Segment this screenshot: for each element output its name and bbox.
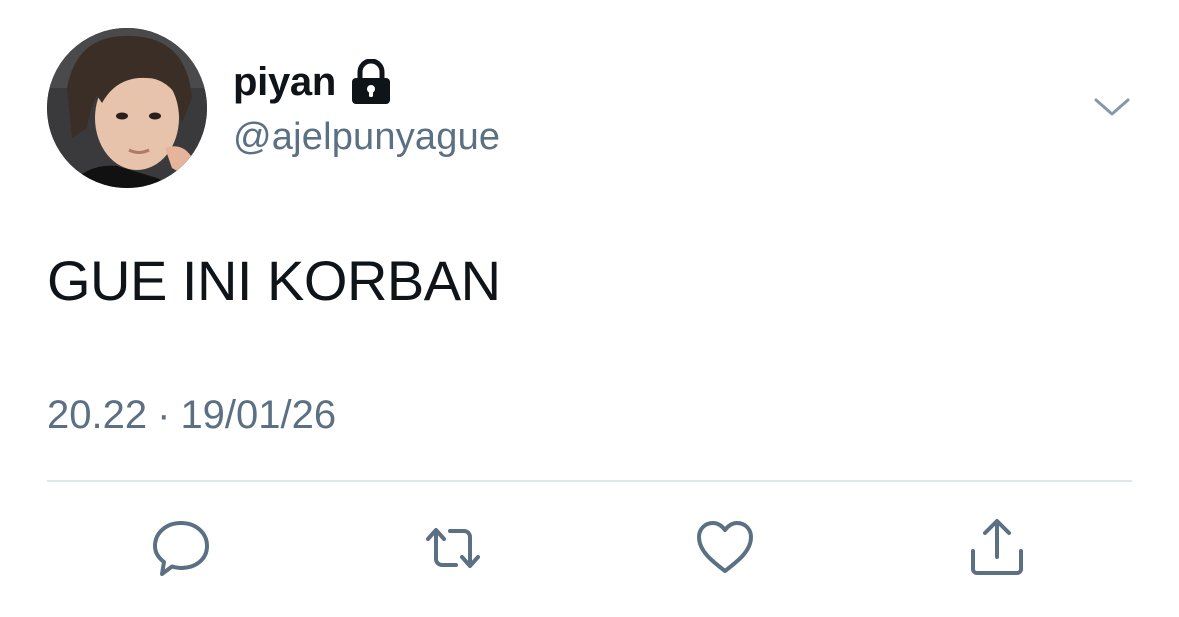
tweet-timestamp[interactable]: 20.22 · 19/01/26 [47,390,336,440]
tweet-text: GUE INI KORBAN [47,249,501,312]
reply-icon [150,517,212,584]
tweet-time: 20.22 [47,393,148,437]
heart-icon [694,517,756,584]
profile-photo [47,28,207,188]
chevron-down-icon[interactable] [1092,92,1132,122]
tweet-date: 19/01/26 [180,393,337,437]
like-button[interactable] [690,515,760,585]
user-handle[interactable]: @ajelpunyague [233,113,500,161]
tweet-card: piyan @ajelpunyague GUE INI KORBAN 20.22… [0,0,1179,617]
reply-button[interactable] [146,515,216,585]
lock-icon [350,58,392,105]
name-row: piyan [233,58,392,106]
action-bar [0,515,1179,585]
meta-separator: · [157,393,171,437]
share-icon [966,517,1028,584]
display-name[interactable]: piyan [233,58,336,106]
retweet-button[interactable] [418,515,488,585]
retweet-icon [422,517,484,584]
divider [47,480,1132,482]
avatar[interactable] [47,28,207,188]
share-button[interactable] [962,515,1032,585]
